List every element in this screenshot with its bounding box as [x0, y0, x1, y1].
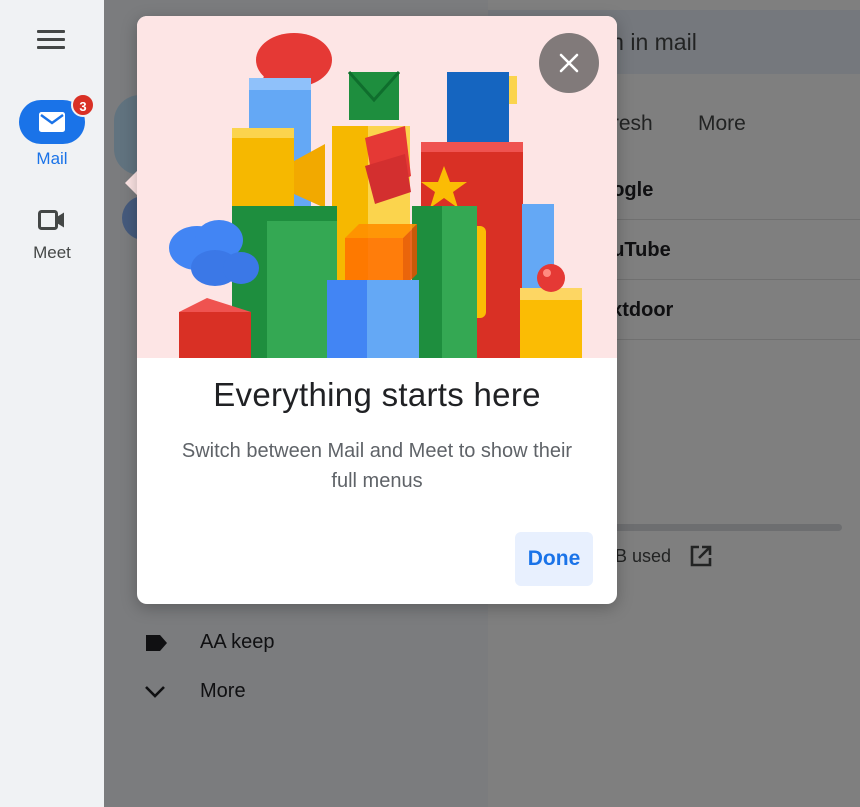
unread-count-badge: 3 — [71, 93, 95, 117]
dialog-body-text: Switch between Mail and Meet to show the… — [181, 440, 573, 492]
close-icon — [559, 53, 579, 73]
mail-pill: 3 — [19, 93, 95, 144]
rail-label-meet: Meet — [33, 243, 71, 262]
rail-item-mail[interactable]: 3 Mail — [0, 93, 104, 169]
close-button[interactable] — [539, 33, 599, 93]
done-button[interactable]: Done — [515, 532, 593, 586]
video-camera-icon — [38, 210, 64, 230]
mail-icon — [39, 112, 65, 132]
rail-item-meet[interactable]: Meet — [0, 205, 104, 263]
dialog-title: Everything starts here — [213, 376, 541, 413]
rail-label-mail: Mail — [36, 149, 68, 168]
app-rail: 3 Mail Meet — [0, 0, 104, 807]
onboarding-dialog: Everything starts here Switch between Ma… — [137, 16, 617, 604]
hamburger-menu-icon[interactable] — [37, 30, 65, 52]
